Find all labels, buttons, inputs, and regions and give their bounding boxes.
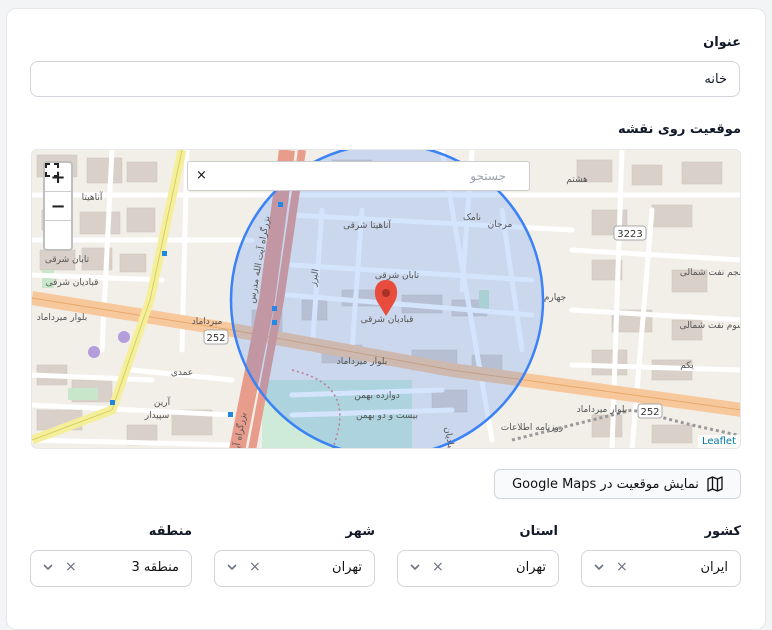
map-search-input[interactable] [214, 162, 514, 190]
region-select[interactable]: منطقه 3 × [30, 550, 192, 587]
street-label: پنجم نفت شمالی [680, 268, 741, 278]
street-label: نامک [463, 213, 481, 223]
region-label: منطقه [148, 524, 192, 539]
street-label: تابان شرقی [375, 271, 420, 281]
chevron-down-icon[interactable] [592, 560, 606, 574]
google-maps-button[interactable]: نمایش موقعیت در Google Maps [494, 469, 741, 499]
street-label: روزنامه اطلاعات [501, 423, 563, 433]
map-search-box: × [187, 161, 530, 191]
map-attribution-link[interactable]: Leaflet [697, 435, 740, 448]
street-label: قبادیان شرقی [46, 278, 99, 288]
chevron-down-icon[interactable] [225, 560, 239, 574]
street-label: جهارم [544, 293, 566, 303]
chevron-down-icon[interactable] [41, 560, 55, 574]
province-select-value: تهران [516, 560, 546, 575]
province-clear-button[interactable]: × [432, 559, 444, 575]
map-label: موقعیت روی نقشه [618, 122, 741, 137]
road-shield: 252 [206, 333, 225, 344]
road-shield: 3223 [617, 229, 642, 240]
street-label: بلوار میرداماد [37, 313, 87, 323]
province-select[interactable]: تهران × [397, 550, 559, 587]
map-icon [707, 476, 723, 492]
country-label: کشور [704, 524, 741, 539]
city-select[interactable]: تهران × [214, 550, 375, 587]
region-select-value: منطقه 3 [131, 560, 179, 575]
street-label: یکم [680, 361, 694, 371]
street-label: بلوار میرداماد [337, 357, 387, 367]
country-select-value: ایران [700, 560, 728, 575]
street-label: دوازده بهمن [354, 391, 400, 401]
street-label: آناهیتا [82, 191, 103, 203]
street-label: قبادیان شرقی [361, 315, 414, 325]
street-label: آناهیتا شرقی [343, 219, 391, 231]
fullscreen-button[interactable] [45, 163, 71, 249]
country-select[interactable]: ایران × [581, 550, 741, 587]
fullscreen-icon [45, 163, 59, 177]
city-label: شهر [345, 524, 375, 539]
street-label: میرداماد [192, 317, 223, 327]
city-clear-button[interactable]: × [249, 559, 261, 575]
street-label: بیست و دو بهمن [356, 411, 418, 421]
street-label: آرین [154, 396, 171, 408]
street-label: بلوار میرداماد [577, 405, 627, 415]
zoom-out-button[interactable]: − [45, 191, 71, 220]
street-label: عمدی [171, 368, 193, 378]
street-label: تابان شرقی [45, 255, 90, 265]
street-label: سپیدار [144, 411, 170, 421]
province-label: استان [519, 524, 558, 539]
city-select-value: تهران [332, 560, 362, 575]
road-shield: 252 [640, 407, 659, 418]
map-tiles: آناهیتا شرقی تابان شرقی قبادیان شرقی بلو… [32, 150, 741, 448]
map-view[interactable]: آناهیتا شرقی تابان شرقی قبادیان شرقی بلو… [31, 149, 741, 449]
country-clear-button[interactable]: × [616, 559, 628, 575]
zoom-controls: + − [43, 161, 73, 251]
chevron-down-icon[interactable] [408, 560, 422, 574]
street-label: مرجان [488, 220, 513, 230]
title-label: عنوان [703, 35, 741, 50]
title-input[interactable] [30, 61, 740, 97]
search-clear-button[interactable]: × [196, 168, 207, 183]
region-clear-button[interactable]: × [65, 559, 77, 575]
google-maps-button-label: نمایش موقعیت در Google Maps [512, 476, 699, 492]
street-label: هشتم [566, 175, 588, 185]
street-label: سوم نفت شمالی [679, 321, 741, 331]
